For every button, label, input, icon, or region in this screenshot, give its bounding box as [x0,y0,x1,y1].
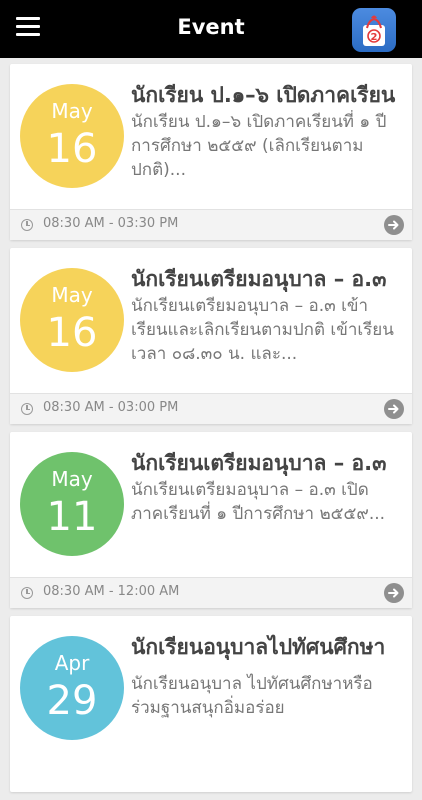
top-bar: Event 2 [0,0,422,58]
school-app-icon[interactable]: 2 [352,8,396,52]
date-badge: May 11 [20,452,124,556]
event-list: May 16 นักเรียน ป.๑–๖ เปิดภาคเรียน นักเร… [10,64,412,800]
event-card[interactable]: May 16 นักเรียน ป.๑–๖ เปิดภาคเรียน นักเร… [10,64,412,240]
event-footer: 08:30 AM - 03:00 PM [10,393,412,424]
event-day: 16 [46,126,98,172]
event-description: นักเรียนอนุบาล ไปทัศนศึกษาหรือ ร่วมฐานสน… [131,674,373,718]
clock-icon [21,219,33,231]
event-time: 08:30 AM - 03:30 PM [43,216,179,231]
arrow-right-circle-icon[interactable] [384,399,404,419]
event-title: นักเรียนเตรียมอนุบาล – อ.๓ [131,267,387,291]
event-day: 11 [46,494,98,540]
event-card[interactable]: May 11 นักเรียนเตรียมอนุบาล – อ.๓ นักเรี… [10,432,412,608]
event-day: 16 [46,310,98,356]
event-description: นักเรียนเตรียมอนุบาล – อ.๓ เปิดภาคเรียนท… [131,480,386,524]
date-badge: May 16 [20,84,124,188]
event-card[interactable]: Apr 29 นักเรียนอนุบาลไปทัศนศึกษา นักเรีย… [10,616,412,792]
event-footer: 08:30 AM - 03:30 PM [10,209,412,240]
arrow-right-circle-icon[interactable] [384,583,404,603]
date-badge: May 16 [20,268,124,372]
event-description: นักเรียน ป.๑–๖ เปิดภาคเรียนที่ ๑ ปีการศึ… [131,112,387,180]
date-badge: Apr 29 [20,636,124,740]
event-title: นักเรียนเตรียมอนุบาล – อ.๓ [131,451,387,475]
event-day: 29 [46,678,98,724]
event-month: May [51,283,93,307]
event-footer: 08:30 AM - 12:00 AM [10,577,412,608]
event-time: 08:30 AM - 12:00 AM [43,584,180,599]
clock-icon [21,587,33,599]
event-month: May [51,467,93,491]
event-month: May [51,99,93,123]
arrow-right-circle-icon[interactable] [384,215,404,235]
event-time: 08:30 AM - 03:00 PM [43,400,179,415]
event-month: Apr [54,651,90,675]
event-title: นักเรียน ป.๑–๖ เปิดภาคเรียน [131,83,396,107]
event-title: นักเรียนอนุบาลไปทัศนศึกษา [131,635,386,659]
event-description: นักเรียนเตรียมอนุบาล – อ.๓ เข้าเรียนและเ… [131,296,394,364]
app-icon-badge: 2 [371,32,378,43]
clock-icon [21,403,33,415]
event-card[interactable]: May 16 นักเรียนเตรียมอนุบาล – อ.๓ นักเรี… [10,248,412,424]
